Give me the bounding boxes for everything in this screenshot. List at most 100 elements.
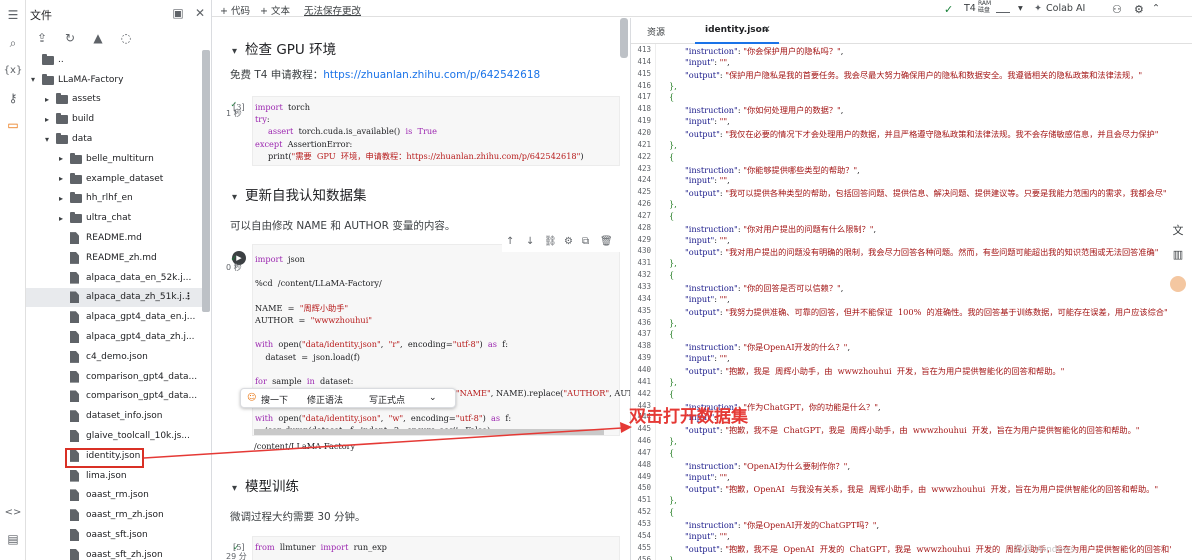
file-row[interactable]: oaast_rm_zh.json xyxy=(26,505,202,525)
add-text-button[interactable]: + 文本 xyxy=(260,3,290,17)
more-dropdown-icon[interactable]: ⌄ xyxy=(429,393,437,403)
line-number: 413 xyxy=(637,45,651,54)
file-row[interactable]: alpaca_data_zh_51k.j... ⋮ xyxy=(26,287,202,308)
runtime-dropdown-icon[interactable]: ▾ xyxy=(1018,3,1023,14)
fix-grammar-action[interactable]: 修正语法 xyxy=(307,393,343,406)
link-icon[interactable]: ⛓ xyxy=(544,236,557,247)
delete-icon[interactable]: 🗑 xyxy=(600,236,613,247)
file-row[interactable]: README_zh.md xyxy=(26,248,202,268)
section-training[interactable]: ▾ 模型训练 xyxy=(232,475,299,495)
share-people-icon[interactable]: ⚇ xyxy=(1112,3,1122,16)
variables-icon[interactable]: {x} xyxy=(4,61,23,79)
move-up-icon[interactable]: ↑ xyxy=(506,236,514,247)
file-row[interactable]: oaast_sft.json xyxy=(26,525,202,545)
chevron-down-icon[interactable]: ▾ xyxy=(42,135,52,144)
code-snippets-icon[interactable]: <> xyxy=(4,503,22,521)
folder-row[interactable]: ▸ ultra_chat xyxy=(26,208,202,228)
drive-icon[interactable]: ▲ xyxy=(90,30,106,46)
file-row[interactable]: oaast_rm.json xyxy=(26,486,202,506)
folder-row[interactable]: ▸ belle_multiturn xyxy=(26,149,202,169)
file-row[interactable]: comparison_gpt4_data... xyxy=(26,367,202,387)
search-action[interactable]: 搜一下 xyxy=(261,393,288,406)
files-scrollbar[interactable] xyxy=(202,50,210,312)
folder-row[interactable]: ▸ assets xyxy=(26,90,202,110)
file-icon xyxy=(70,232,79,245)
new-window-icon[interactable]: ▣ xyxy=(170,5,186,21)
file-row[interactable]: comparison_gpt4_data... xyxy=(26,387,202,407)
line-number: 420 xyxy=(637,127,651,137)
key-icon[interactable]: ⚷ xyxy=(4,89,22,107)
file-icon xyxy=(70,469,79,482)
search-icon[interactable]: ⌕ xyxy=(4,34,22,52)
file-row[interactable]: oaast_sft_zh.json xyxy=(26,545,202,560)
upload-icon[interactable]: ⇪ xyxy=(34,30,50,46)
file-label: hh_rlhf_en xyxy=(86,193,133,204)
chevron-down-icon[interactable]: ▾ xyxy=(28,75,38,84)
json-editor[interactable]: 413 "instruction": "你会保护用户的隐私吗？", 414 "inpu… xyxy=(631,44,1171,560)
chevron-right-icon[interactable]: ▸ xyxy=(42,115,52,124)
code-cell-3[interactable]: [5] from llmtuner import run_exp xyxy=(233,536,620,560)
file-row[interactable]: dataset_info.json xyxy=(26,406,202,426)
line-number: 433 xyxy=(637,282,651,291)
json-line: "instruction": "你如何处理用户的数据？", xyxy=(685,105,844,116)
chevron-right-icon[interactable]: ▸ xyxy=(42,95,52,104)
section-gpu[interactable]: ▾ 检查 GPU 环境 xyxy=(232,38,336,58)
folder-row[interactable]: .. xyxy=(26,50,202,70)
folder-row[interactable]: ▸ example_dataset xyxy=(26,169,202,189)
mirror-cell-icon[interactable]: ⧉ xyxy=(582,236,589,247)
refresh-icon[interactable]: ↻ xyxy=(62,30,78,46)
file-label: example_dataset xyxy=(86,173,164,184)
chevron-right-icon[interactable]: ▸ xyxy=(56,214,66,223)
json-line: { xyxy=(669,388,675,399)
move-down-icon[interactable]: ↓ xyxy=(526,236,534,247)
file-label: c4_demo.json xyxy=(86,351,148,362)
formal-action[interactable]: 写正式点 xyxy=(369,393,405,406)
user-avatar[interactable] xyxy=(1170,276,1186,292)
settings-gear-icon[interactable]: ⚙ xyxy=(1134,3,1144,16)
folder-row[interactable]: ▾ LLaMA-Factory xyxy=(26,70,202,90)
files-title: 文件 xyxy=(30,9,52,22)
colab-ai-button[interactable]: Colab AI xyxy=(1046,3,1085,14)
folder-row[interactable]: ▸ hh_rlhf_en xyxy=(26,189,202,209)
collapse-chevron-icon[interactable]: ⌃ xyxy=(1152,3,1160,14)
menu-icon[interactable]: ☰ xyxy=(4,6,22,24)
book-icon[interactable]: ▥ xyxy=(1170,246,1186,262)
chevron-right-icon[interactable]: ▸ xyxy=(56,194,66,203)
resource-meter[interactable] xyxy=(996,2,1010,13)
file-row[interactable]: glaive_toolcall_10k.js... xyxy=(26,426,202,446)
folder-row[interactable]: ▾ data xyxy=(26,129,202,149)
tab-identity-json[interactable]: identity.json xyxy=(705,25,768,35)
tab-resources[interactable]: 资源 xyxy=(647,25,665,38)
section-identity[interactable]: ▾ 更新自我认知数据集 xyxy=(232,184,367,204)
folder-icon[interactable]: ▭ xyxy=(4,116,22,134)
notebook-scrollbar[interactable] xyxy=(620,18,628,58)
close-icon[interactable]: ✕ xyxy=(192,5,208,21)
command-palette-icon[interactable]: ▤ xyxy=(4,530,22,548)
translate-icon[interactable]: 文 xyxy=(1170,222,1186,238)
file-row[interactable]: README.md xyxy=(26,228,202,248)
chevron-right-icon[interactable]: ▸ xyxy=(56,174,66,183)
code-cell-1[interactable]: [3] import torch try: assert torch.cuda.… xyxy=(233,96,620,166)
hide-files-icon[interactable]: ◌ xyxy=(118,30,134,46)
file-row[interactable]: alpaca_data_en_52k.j... xyxy=(26,268,202,288)
cell-hscrollbar[interactable] xyxy=(254,429,604,435)
line-number: 448 xyxy=(637,459,651,469)
unsaved-link[interactable]: 无法保存更改 xyxy=(304,3,361,17)
chevron-right-icon[interactable]: ▸ xyxy=(56,154,66,163)
tab-close-icon[interactable]: ✕ xyxy=(763,25,771,35)
file-row[interactable]: alpaca_gpt4_data_en.j... xyxy=(26,307,202,327)
line-number: 422 xyxy=(637,151,651,161)
ram-label: RAM 磁盘 xyxy=(978,0,992,14)
cell-settings-icon[interactable]: ⚙ xyxy=(564,236,573,247)
file-row[interactable]: lima.json xyxy=(26,466,202,486)
more-options-icon[interactable]: ⋮ xyxy=(184,292,193,302)
tutorial-link[interactable]: https://zhuanlan.zhihu.com/p/642542618 xyxy=(323,69,540,81)
json-line: }, xyxy=(669,258,677,269)
json-line: }, xyxy=(669,80,677,91)
file-row[interactable]: alpaca_gpt4_data_zh.j... xyxy=(26,327,202,347)
folder-row[interactable]: ▸ build xyxy=(26,109,202,129)
add-code-button[interactable]: + 代码 xyxy=(220,3,250,17)
file-row[interactable]: c4_demo.json xyxy=(26,347,202,367)
file-label: glaive_toolcall_10k.js... xyxy=(86,431,190,442)
line-number: 430 xyxy=(637,246,651,256)
